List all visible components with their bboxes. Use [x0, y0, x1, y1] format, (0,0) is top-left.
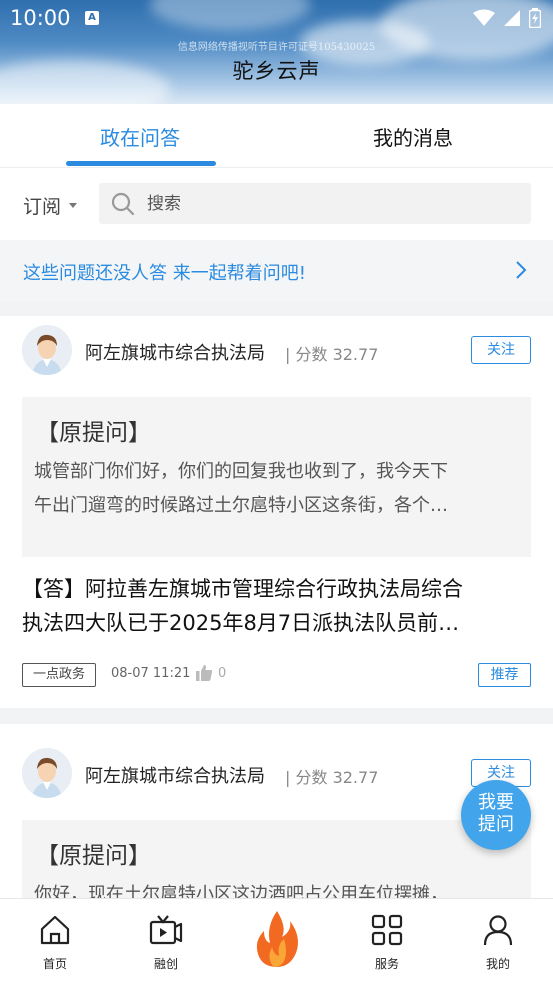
org-name[interactable]: 阿左旗城市综合执法局 [85, 339, 265, 365]
answer-text[interactable]: 【答】阿拉善左旗城市管理综合行政执法局综合 执法四大队已于2025年8月7日派执… [22, 572, 534, 640]
qa-card[interactable]: 阿左旗城市综合执法局 | 分数 32.77 关注 【原提问】 城管部门你们好，你… [0, 316, 553, 708]
nav-center[interactable] [237, 909, 317, 973]
grid-icon [371, 914, 403, 946]
question-body: 城管部门你们好，你们的回复我也收到了，我今天下 午出门遛弯的时候路过土尔扈特小区… [34, 455, 519, 523]
thumbs-up-icon [196, 665, 212, 681]
official-avatar-icon [22, 748, 72, 798]
nav-services-label: 服务 [374, 957, 399, 971]
license-text: 信息网络传播视听节目许可证号105430025 [177, 42, 376, 53]
nav-mine[interactable]: 我的 [458, 913, 538, 972]
nav-rongchuang[interactable]: 融创 [126, 913, 206, 972]
org-name[interactable]: 阿左旗城市综合执法局 [85, 762, 265, 788]
score-text: | 分数 32.77 [285, 345, 379, 364]
status-time: 10:00 [10, 6, 71, 30]
ask-label-line1: 我要 [478, 792, 514, 813]
question-line: 午出门遛弯的时候路过土尔扈特小区这条街，各个… [34, 495, 448, 516]
question-body: 你好，现在土尔扈特小区这边酒吧占公用车位摆摊， [34, 878, 519, 898]
filter-search-row: 订阅 [0, 168, 553, 240]
banner-text: 这些问题还没人答 来一起帮着问吧! [23, 263, 306, 284]
question-line: 城管部门你们好，你们的回复我也收到了，我今天下 [34, 461, 448, 482]
answer-line: 执法四大队已于2025年8月7日派执法队员前… [22, 611, 460, 635]
home-icon [40, 915, 70, 945]
question-title: 【原提问】 [36, 420, 151, 446]
official-avatar-icon [22, 325, 72, 375]
flame-icon [256, 911, 298, 967]
caret-down-icon [69, 203, 78, 208]
ask-question-button[interactable]: 我要 提问 [461, 780, 531, 850]
wifi-icon [473, 9, 495, 26]
status-icons [473, 8, 541, 28]
notification-icon: A [85, 11, 99, 25]
nav-home-label: 首页 [42, 957, 67, 971]
app-title: 驼乡云声 [232, 59, 321, 83]
ask-label-line2: 提问 [478, 814, 514, 835]
tab-my-messages[interactable]: 我的消息 [323, 122, 503, 151]
follow-button[interactable]: 关注 [471, 336, 531, 364]
question-line: 你好，现在土尔扈特小区这边酒吧占公用车位摆摊， [34, 884, 448, 898]
answer-line: 【答】阿拉善左旗城市管理综合行政执法局综合 [22, 577, 463, 601]
section-divider [0, 708, 553, 724]
battery-icon [529, 8, 541, 28]
subscribe-label: 订阅 [23, 196, 62, 218]
like-button[interactable]: 0 [196, 665, 226, 681]
unanswered-banner[interactable]: 这些问题还没人答 来一起帮着问吧! [0, 240, 553, 302]
active-tab-indicator [66, 161, 216, 166]
signal-icon [504, 10, 520, 26]
user-icon [483, 915, 513, 946]
chevron-right-icon [516, 261, 527, 279]
nav-mine-label: 我的 [485, 957, 510, 971]
avatar [22, 325, 72, 375]
recommend-button[interactable]: 推荐 [478, 663, 531, 687]
search-input[interactable] [147, 183, 517, 224]
search-box[interactable] [99, 183, 531, 224]
original-question-box[interactable]: 【原提问】 城管部门你们好，你们的回复我也收到了，我今天下 午出门遛弯的时候路过… [22, 397, 531, 557]
question-title: 【原提问】 [36, 843, 151, 869]
section-divider [0, 302, 553, 316]
nav-home[interactable]: 首页 [15, 913, 95, 972]
card-meta: 一点政务 08-07 11:21 0 推荐 [22, 663, 531, 687]
tv-play-icon [149, 915, 183, 945]
bottom-nav: 首页 融创 服务 我的 [0, 898, 553, 984]
nav-services[interactable]: 服务 [347, 913, 427, 972]
status-bar: 10:00 A [0, 0, 553, 38]
source-tag: 一点政务 [22, 663, 97, 687]
post-date: 08-07 11:21 [111, 666, 191, 681]
tab-bar: 政在问答 我的消息 [0, 104, 553, 168]
score-text: | 分数 32.77 [285, 768, 379, 787]
search-icon [111, 192, 135, 216]
subscribe-dropdown[interactable]: 订阅 [23, 192, 78, 219]
original-question-box[interactable]: 【原提问】 你好，现在土尔扈特小区这边酒吧占公用车位摆摊， [22, 820, 531, 898]
tab-zhengzai-wenda[interactable]: 政在问答 [50, 122, 230, 151]
app-header: 10:00 A 信息网络传播视听节目许可证号105430025 驼乡云声 [0, 0, 553, 104]
avatar [22, 748, 72, 798]
like-count: 0 [218, 665, 227, 681]
nav-rongchuang-label: 融创 [153, 957, 178, 971]
